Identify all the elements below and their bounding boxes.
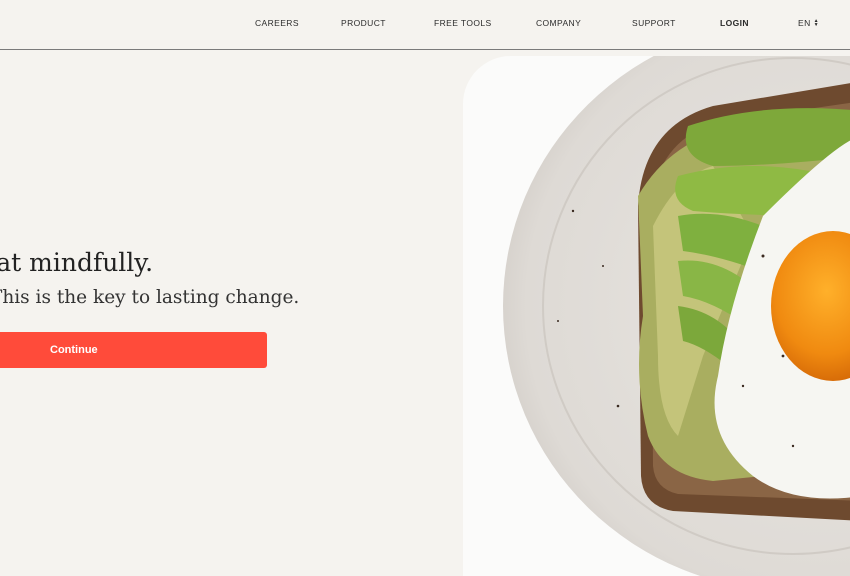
- continue-button[interactable]: Continue: [0, 332, 267, 368]
- language-selector[interactable]: EN ▲ ▼: [798, 18, 819, 28]
- continue-button-label: Continue: [50, 344, 98, 356]
- nav-company-link[interactable]: COMPANY: [536, 18, 581, 28]
- hero-headline: Eat mindfully.: [0, 248, 154, 277]
- avocado-toast-illustration: [503, 56, 850, 576]
- nav-product-link[interactable]: PRODUCT: [341, 18, 386, 28]
- language-label: EN: [798, 18, 811, 28]
- sort-arrows-icon: ▲ ▼: [813, 18, 819, 28]
- nav-support-link[interactable]: SUPPORT: [632, 18, 676, 28]
- nav-login-link[interactable]: LOGIN: [720, 18, 749, 28]
- nav-free-tools-link[interactable]: FREE TOOLS: [434, 18, 492, 28]
- top-nav: CAREERS PRODUCT FREE TOOLS COMPANY SUPPO…: [0, 0, 850, 50]
- hero-image: [463, 56, 850, 576]
- nav-careers-link[interactable]: CAREERS: [255, 18, 299, 28]
- hero-subheadline: This is the key to lasting change.: [0, 287, 300, 308]
